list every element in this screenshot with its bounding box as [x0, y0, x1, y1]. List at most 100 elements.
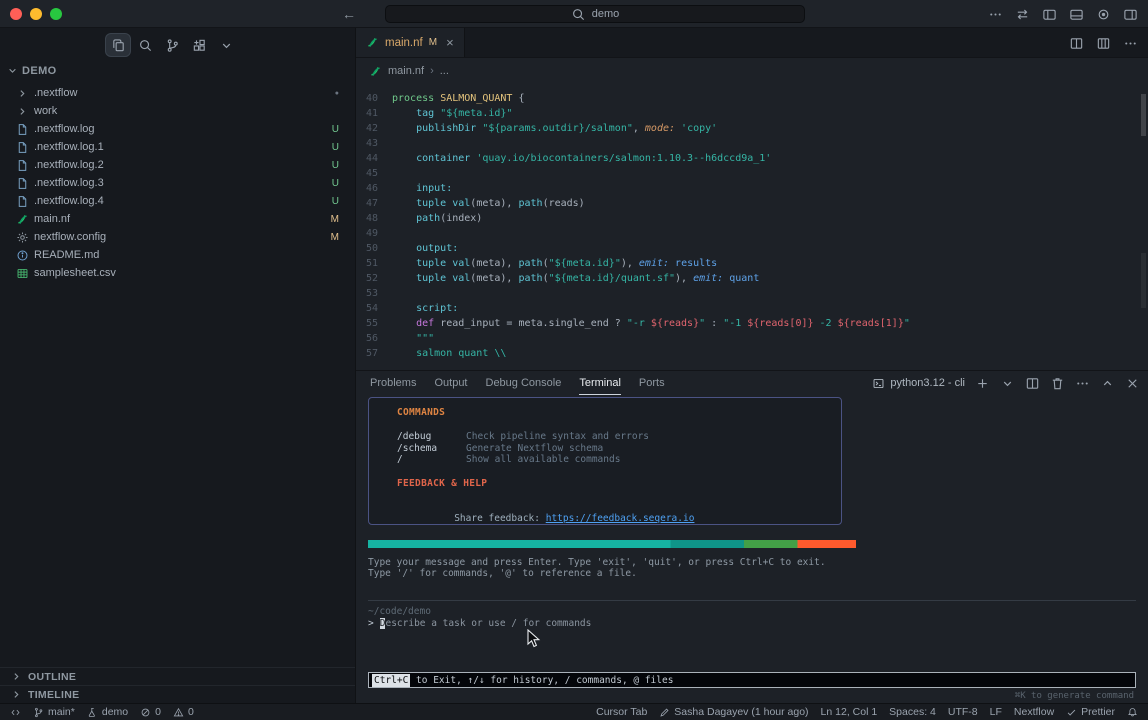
line-number: 48 — [356, 211, 392, 226]
chevron-right-icon — [15, 86, 29, 100]
editor-scrollbar[interactable] — [1141, 94, 1146, 136]
extensions-icon[interactable] — [187, 34, 211, 56]
panel-tab-debug-console[interactable]: Debug Console — [486, 371, 562, 395]
record-icon[interactable] — [1096, 7, 1111, 22]
new-terminal-icon[interactable] — [975, 376, 990, 391]
tree-item-work[interactable]: work — [0, 102, 355, 120]
code-lines[interactable]: 40process SALMON_QUANT {41 tag "${meta.i… — [356, 84, 1140, 370]
tree-item-.nextflow[interactable]: .nextflow● — [0, 84, 355, 102]
tree-item-nextflow.config[interactable]: nextflow.configM — [0, 228, 355, 246]
tree-item-README.md[interactable]: README.md — [0, 246, 355, 264]
breadcrumb[interactable]: main.nf › ... — [356, 58, 1148, 84]
status-cursor-tab[interactable]: Cursor Tab — [596, 706, 647, 718]
editor-tabbar: main.nf M × — [356, 28, 1148, 58]
code-line: 40process SALMON_QUANT { — [356, 91, 1140, 106]
panel-tab-ports[interactable]: Ports — [639, 371, 665, 395]
tree-item-.nextflow.log.2[interactable]: .nextflow.log.2U — [0, 156, 355, 174]
panel-tab-terminal[interactable]: Terminal — [579, 371, 621, 395]
line-number: 52 — [356, 271, 392, 286]
breadcrumb-file[interactable]: main.nf — [388, 65, 424, 77]
status-0[interactable]: 0 — [140, 706, 161, 718]
line-number: 40 — [356, 91, 392, 106]
terminal-input-text[interactable]: escribe a task or use / for commands — [385, 618, 591, 629]
feedback-heading: FEEDBACK & HELP — [397, 478, 841, 489]
source-control-icon[interactable] — [160, 34, 184, 56]
tab-main-nf[interactable]: main.nf M × — [356, 28, 465, 57]
timeline-label: TIMELINE — [28, 689, 79, 701]
tree-item-label: .nextflow.log.4 — [34, 195, 104, 207]
remote-icon — [10, 707, 21, 718]
status-remote[interactable] — [10, 707, 21, 718]
search-icon[interactable] — [133, 34, 157, 56]
feedback-link[interactable]: https://feedback.seqera.io — [546, 513, 695, 524]
tree-item-main.nf[interactable]: main.nfM — [0, 210, 355, 228]
timeline-section[interactable]: TIMELINE — [0, 685, 355, 703]
minimize-window-button[interactable] — [30, 8, 42, 20]
status-prettier[interactable]: Prettier — [1066, 706, 1115, 718]
prompt-char: > — [368, 618, 374, 629]
status-ln-12-col-1[interactable]: Ln 12, Col 1 — [821, 706, 878, 718]
kill-terminal-icon[interactable] — [1050, 376, 1065, 391]
close-icon[interactable]: × — [446, 35, 454, 50]
split-editor-icon[interactable] — [1069, 36, 1084, 51]
chevron-right-icon — [10, 670, 23, 683]
explorer-section-header[interactable]: DEMO — [6, 64, 57, 77]
back-icon[interactable]: ← — [342, 0, 356, 28]
more-actions-icon[interactable] — [1075, 376, 1090, 391]
close-window-button[interactable] — [10, 8, 22, 20]
status-main[interactable]: main* — [33, 706, 75, 718]
more-actions-icon[interactable] — [1123, 36, 1138, 51]
status-0[interactable]: 0 — [173, 706, 194, 718]
status-utf-8[interactable]: UTF-8 — [948, 706, 978, 718]
close-panel-icon[interactable] — [1125, 376, 1140, 391]
readme-icon — [15, 248, 29, 262]
toggle-sidebar-icon[interactable] — [1042, 7, 1057, 22]
more-actions-icon[interactable] — [988, 7, 1003, 22]
explorer-sidebar: DEMO .nextflow●work.nextflow.logU.nextfl… — [0, 28, 356, 703]
terminal-content[interactable]: COMMANDS /debugCheck pipeline syntax and… — [368, 395, 1136, 703]
code-line: 48 path(index) — [356, 211, 1140, 226]
tree-item-.nextflow.log[interactable]: .nextflow.logU — [0, 120, 355, 138]
swap-arrows-icon[interactable] — [1015, 7, 1030, 22]
toggle-panel-icon[interactable] — [1069, 7, 1084, 22]
tree-item-.nextflow.log.4[interactable]: .nextflow.log.4 U — [0, 192, 355, 210]
beaker-icon — [87, 707, 98, 718]
layout-columns-icon[interactable] — [1096, 36, 1111, 51]
status-lf[interactable]: LF — [990, 706, 1002, 718]
status-nextflow[interactable]: Nextflow — [1014, 706, 1054, 718]
terminal-shell-selector[interactable]: python3.12 - cli — [872, 377, 965, 390]
toggle-secondary-sidebar-icon[interactable] — [1123, 7, 1138, 22]
chevron-down-icon[interactable] — [214, 34, 238, 56]
status-sasha-dagayev-1-hour-ago[interactable]: Sasha Dagayev (1 hour ago) — [659, 706, 808, 718]
split-terminal-icon[interactable] — [1025, 376, 1040, 391]
titlebar-search[interactable]: demo — [385, 5, 805, 23]
line-number: 54 — [356, 301, 392, 316]
panel-tab-output[interactable]: Output — [434, 371, 467, 395]
tree-item-label: work — [34, 105, 57, 117]
tree-item-.nextflow.log.3[interactable]: .nextflow.log.3U — [0, 174, 355, 192]
tree-item-samplesheet.csv[interactable]: samplesheet.csv — [0, 264, 355, 282]
outline-section[interactable]: OUTLINE — [0, 667, 355, 685]
status-demo[interactable]: demo — [87, 706, 128, 718]
command-description: Show all available commands — [466, 454, 620, 466]
zoom-window-button[interactable] — [50, 8, 62, 20]
status-bell[interactable] — [1127, 707, 1138, 718]
chevron-down-icon[interactable] — [1000, 376, 1015, 391]
line-number: 49 — [356, 226, 392, 241]
git-status-badge: U — [332, 196, 339, 207]
window-controls[interactable] — [10, 8, 62, 20]
tree-item-.nextflow.log.1[interactable]: .nextflow.log.1U — [0, 138, 355, 156]
nextflow-icon — [369, 65, 382, 78]
file-icon — [15, 176, 29, 190]
file-icon — [15, 194, 29, 208]
breadcrumb-symbol[interactable]: ... — [440, 65, 449, 77]
maximize-panel-icon[interactable] — [1100, 376, 1115, 391]
terminal-divider — [368, 600, 1136, 601]
status-spaces-4[interactable]: Spaces: 4 — [889, 706, 936, 718]
terminal-prompt-line[interactable]: >Describe a task or use / for commands — [368, 618, 591, 629]
panel-tab-problems[interactable]: Problems — [370, 371, 416, 395]
copy-pages-icon[interactable] — [106, 34, 130, 56]
titlebar: ← demo — [0, 0, 1148, 28]
generate-command-hint: ⌘K to generate command — [1015, 691, 1134, 701]
nextflow-icon — [366, 36, 379, 49]
